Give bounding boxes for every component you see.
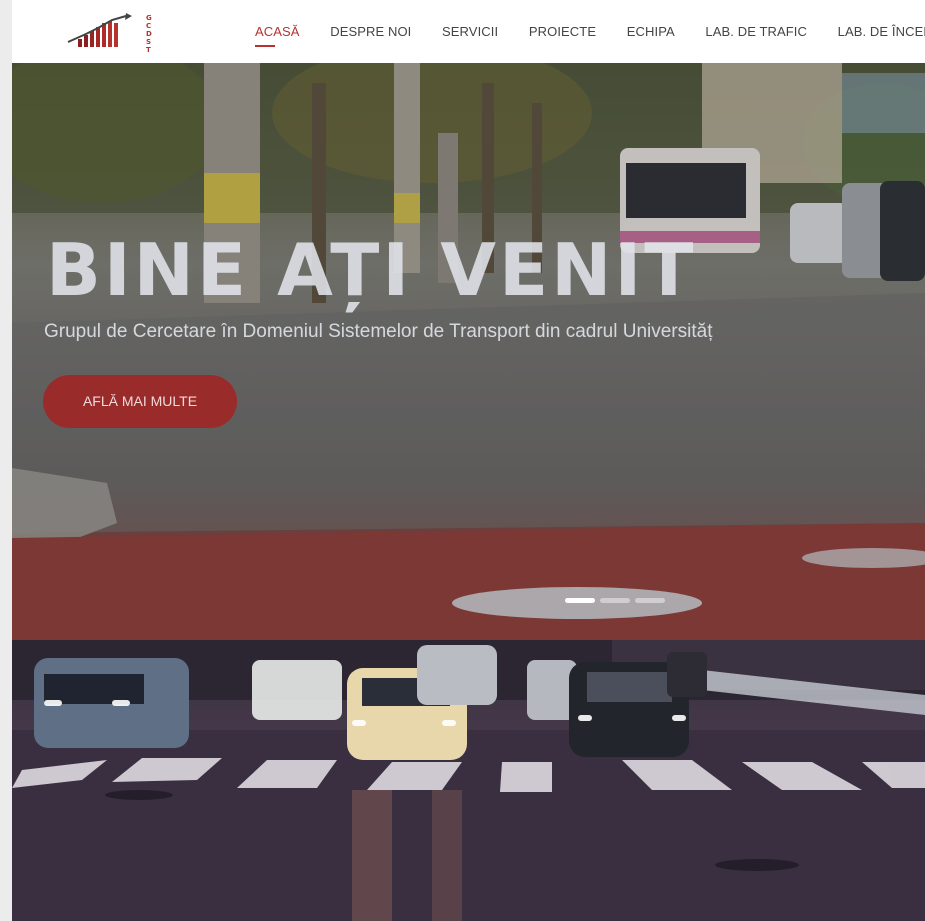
hero-background-image xyxy=(12,63,925,640)
main-nav: ACASĂ DESPRE NOI SERVICII PROIECTE ECHIP… xyxy=(255,24,925,47)
slider-pagination xyxy=(565,590,670,608)
navbar: G C D S T ACASĂ DESPRE NOI SERVICII PROI… xyxy=(12,0,925,63)
logo-letter: S xyxy=(146,38,151,46)
hero-title: BINE AȚI VENIT xyxy=(46,228,697,312)
nav-item-echipa[interactable]: ECHIPA xyxy=(627,24,675,39)
left-gutter xyxy=(0,0,12,921)
page: G C D S T ACASĂ DESPRE NOI SERVICII PROI… xyxy=(12,0,925,921)
nav-item-proiecte[interactable]: PROIECTE xyxy=(529,24,596,39)
slider-dot-1[interactable] xyxy=(565,598,595,603)
slider-dot-2[interactable] xyxy=(600,598,630,603)
nav-item-acasa[interactable]: ACASĂ xyxy=(255,24,300,47)
street-image-section xyxy=(12,640,925,921)
street-background-image xyxy=(12,640,925,921)
nav-item-despre-noi[interactable]: DESPRE NOI xyxy=(330,24,411,39)
logo-letter: T xyxy=(146,46,151,52)
hero-subtitle: Grupul de Cercetare în Domeniul Sistemel… xyxy=(44,321,713,342)
logo-letters: G C D S T xyxy=(146,14,152,52)
logo[interactable]: G C D S T xyxy=(64,12,174,52)
logo-letter: D xyxy=(146,30,152,38)
nav-item-servicii[interactable]: SERVICII xyxy=(442,24,498,39)
slider-dot-3[interactable] xyxy=(635,598,665,603)
logo-letter: C xyxy=(146,22,151,30)
nav-item-lab-trafic[interactable]: LAB. DE TRAFIC xyxy=(705,24,807,39)
hero-slider: BINE AȚI VENIT Grupul de Cercetare în Do… xyxy=(12,63,925,640)
logo-letter: G xyxy=(146,14,152,22)
nav-item-lab-incercari[interactable]: LAB. DE ÎNCERCĂ xyxy=(838,24,925,39)
learn-more-button[interactable]: AFLĂ MAI MULTE xyxy=(43,375,237,428)
